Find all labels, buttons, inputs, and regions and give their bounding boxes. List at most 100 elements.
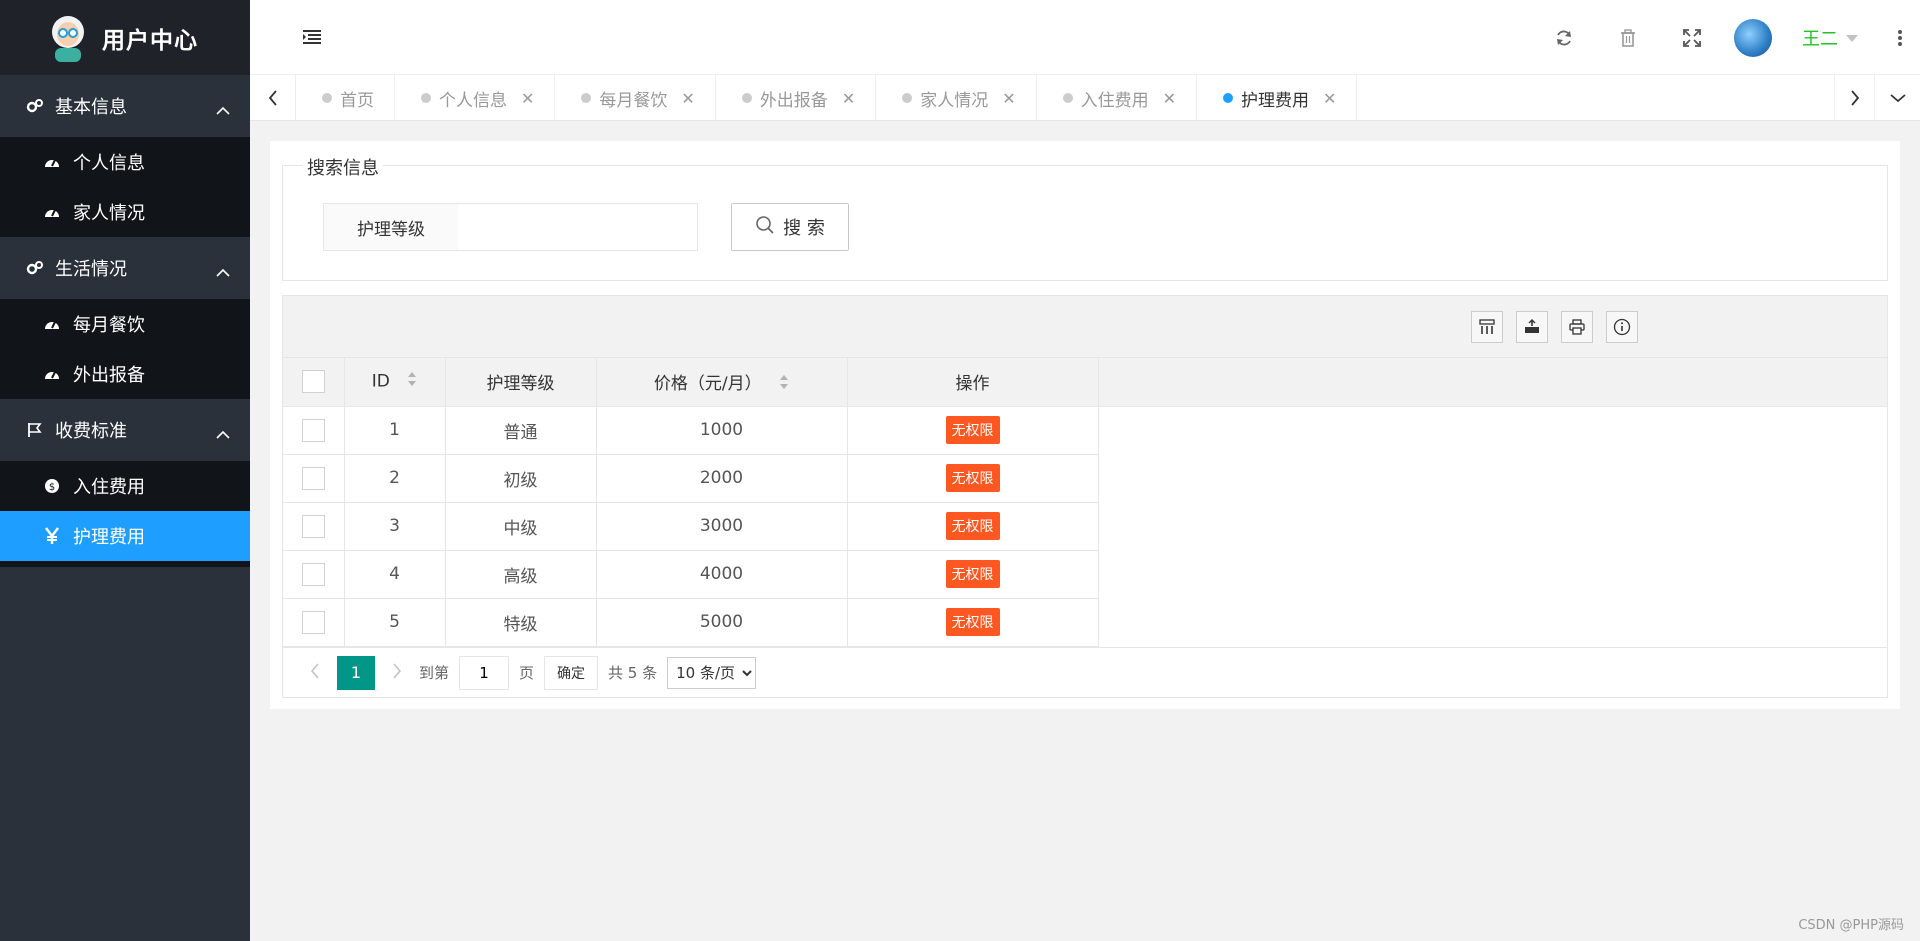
tab-personal-info[interactable]: 个人信息 ✕ xyxy=(395,75,556,121)
search-button[interactable]: 搜 索 xyxy=(731,203,849,251)
sidebar-item-nursing-fee[interactable]: 护理费用 xyxy=(0,511,250,561)
submenu-basic-info: 个人信息 家人情况 xyxy=(0,137,250,237)
watermark: CSDN @PHP源码 xyxy=(1798,918,1904,933)
table-toolbar xyxy=(283,296,1887,358)
cell-level: 普通 xyxy=(445,406,597,455)
goto-confirm-button[interactable]: 确定 xyxy=(544,655,599,690)
column-header-label: ID xyxy=(371,371,390,392)
sidebar-item-personal-info[interactable]: 个人信息 xyxy=(0,137,250,187)
table-row: 1 普通 1000 无权限 xyxy=(283,406,1887,455)
cell-actions: 无权限 xyxy=(847,454,1099,503)
prev-page-icon[interactable] xyxy=(303,662,327,683)
table-row: 4 高级 4000 无权限 xyxy=(283,550,1887,599)
refresh-icon[interactable] xyxy=(1532,0,1596,75)
tab-outing-report[interactable]: 外出报备 ✕ xyxy=(716,75,877,121)
close-icon[interactable]: ✕ xyxy=(1163,89,1176,108)
menu-group-label: 生活情况 xyxy=(55,259,127,280)
close-icon[interactable]: ✕ xyxy=(842,89,855,108)
tabs-menu-chevron-down-icon[interactable] xyxy=(1874,75,1920,121)
sidebar-item-checkin-fee[interactable]: $ 入住费用 xyxy=(0,461,250,511)
sidebar-item-outing-report[interactable]: 外出报备 xyxy=(0,349,250,399)
logo-avatar-icon xyxy=(46,14,90,62)
tab-home[interactable]: 首页 xyxy=(296,75,395,121)
row-checkbox[interactable] xyxy=(301,610,325,634)
table-header-row: ID 护理等级 价格（元/月） 操作 xyxy=(283,358,1887,407)
tab-family[interactable]: 家人情况 ✕ xyxy=(876,75,1037,121)
column-header-id[interactable]: ID xyxy=(344,358,446,407)
no-permission-badge[interactable]: 无权限 xyxy=(945,416,1000,444)
tab-nursing-fee[interactable]: 护理费用 ✕ xyxy=(1197,75,1358,121)
trash-icon[interactable] xyxy=(1596,0,1660,75)
tabs: 首页 个人信息 ✕ 每月餐饮 ✕ 外出报备 ✕ 家人情况 ✕ 入住费用 ✕ 护理… xyxy=(296,75,1358,121)
export-icon[interactable] xyxy=(1516,311,1548,343)
sidebar-item-label: 每月餐饮 xyxy=(73,315,145,336)
user-menu[interactable]: 王二 xyxy=(1802,25,1858,51)
more-vertical-icon[interactable] xyxy=(1880,0,1920,75)
close-icon[interactable]: ✕ xyxy=(681,89,694,108)
page-size-select[interactable]: 10 条/页 xyxy=(667,656,757,689)
current-page[interactable]: 1 xyxy=(337,655,375,690)
tabs-scroll-right-icon[interactable] xyxy=(1834,75,1874,121)
columns-icon[interactable] xyxy=(1471,311,1503,343)
row-checkbox[interactable] xyxy=(301,466,325,490)
sidebar-item-monthly-meals[interactable]: 每月餐饮 xyxy=(0,299,250,349)
coin-icon: $ xyxy=(43,477,61,495)
tabs-scroll-left-icon[interactable] xyxy=(250,75,296,121)
column-header-level: 护理等级 xyxy=(445,358,597,407)
row-checkbox[interactable] xyxy=(301,562,325,586)
menu-group-fees[interactable]: 收费标准 xyxy=(0,399,250,461)
row-checkbox[interactable] xyxy=(301,418,325,442)
close-icon[interactable]: ✕ xyxy=(1002,89,1015,108)
search-input[interactable] xyxy=(458,203,698,251)
no-permission-badge[interactable]: 无权限 xyxy=(945,464,1000,492)
no-permission-badge[interactable]: 无权限 xyxy=(945,512,1000,540)
logo[interactable]: 用户中心 xyxy=(0,0,250,75)
column-header-actions: 操作 xyxy=(847,358,1099,407)
menu-group-basic-info[interactable]: 基本信息 xyxy=(0,75,250,137)
menu-group-life[interactable]: 生活情况 xyxy=(0,237,250,299)
caret-down-icon xyxy=(1846,27,1858,48)
tab-checkin-fee[interactable]: 入住费用 ✕ xyxy=(1037,75,1198,121)
menu-toggle-icon[interactable] xyxy=(302,28,322,50)
sidebar-item-family[interactable]: 家人情况 xyxy=(0,187,250,237)
tab-label: 外出报备 xyxy=(759,90,828,111)
cell-actions: 无权限 xyxy=(847,598,1099,647)
goto-page-input[interactable] xyxy=(459,655,510,690)
no-permission-badge[interactable]: 无权限 xyxy=(945,560,1000,588)
menu-group-label: 收费标准 xyxy=(55,421,127,442)
cell-level: 高级 xyxy=(445,550,597,599)
chevron-up-icon xyxy=(216,99,230,120)
cell-filler xyxy=(1098,598,1887,646)
no-permission-badge[interactable]: 无权限 xyxy=(945,608,1000,636)
select-all-checkbox[interactable] xyxy=(301,370,325,394)
flag-icon xyxy=(25,420,45,440)
cell-filler xyxy=(1098,454,1887,502)
total-count: 共 5 条 xyxy=(608,664,658,682)
chevron-up-icon xyxy=(216,423,230,444)
column-header-label: 护理等级 xyxy=(486,374,555,395)
cell-id: 2 xyxy=(344,454,446,503)
tab-monthly-meals[interactable]: 每月餐饮 ✕ xyxy=(555,75,716,121)
fullscreen-icon[interactable] xyxy=(1660,0,1724,75)
fees-table: ID 护理等级 价格（元/月） 操作 1 普通 1000 无权限 2 初级 20… xyxy=(283,358,1887,647)
table-row: 2 初级 2000 无权限 xyxy=(283,454,1887,503)
cell-actions: 无权限 xyxy=(847,406,1099,455)
app-title: 用户中心 xyxy=(102,27,198,54)
info-icon[interactable] xyxy=(1606,311,1638,343)
sort-icon[interactable] xyxy=(779,374,789,395)
close-icon[interactable]: ✕ xyxy=(521,89,534,108)
sidebar: 用户中心 基本信息 个人信息 家人情况 生活情况 每月餐饮 外出报备 收费标准 … xyxy=(0,0,250,941)
row-checkbox[interactable] xyxy=(301,514,325,538)
select-all-cell xyxy=(283,358,345,407)
print-icon[interactable] xyxy=(1561,311,1593,343)
cell-level: 特级 xyxy=(445,598,597,647)
tab-label: 个人信息 xyxy=(439,90,507,111)
search-fieldset: 搜索信息 护理等级 搜 索 xyxy=(282,154,1888,281)
cell-level: 初级 xyxy=(445,454,597,503)
tab-dot xyxy=(741,93,752,103)
sort-icon[interactable] xyxy=(407,371,417,392)
next-page-icon[interactable] xyxy=(385,662,409,683)
column-header-price[interactable]: 价格（元/月） xyxy=(596,358,848,407)
avatar[interactable] xyxy=(1734,18,1772,57)
close-icon[interactable]: ✕ xyxy=(1323,89,1336,108)
